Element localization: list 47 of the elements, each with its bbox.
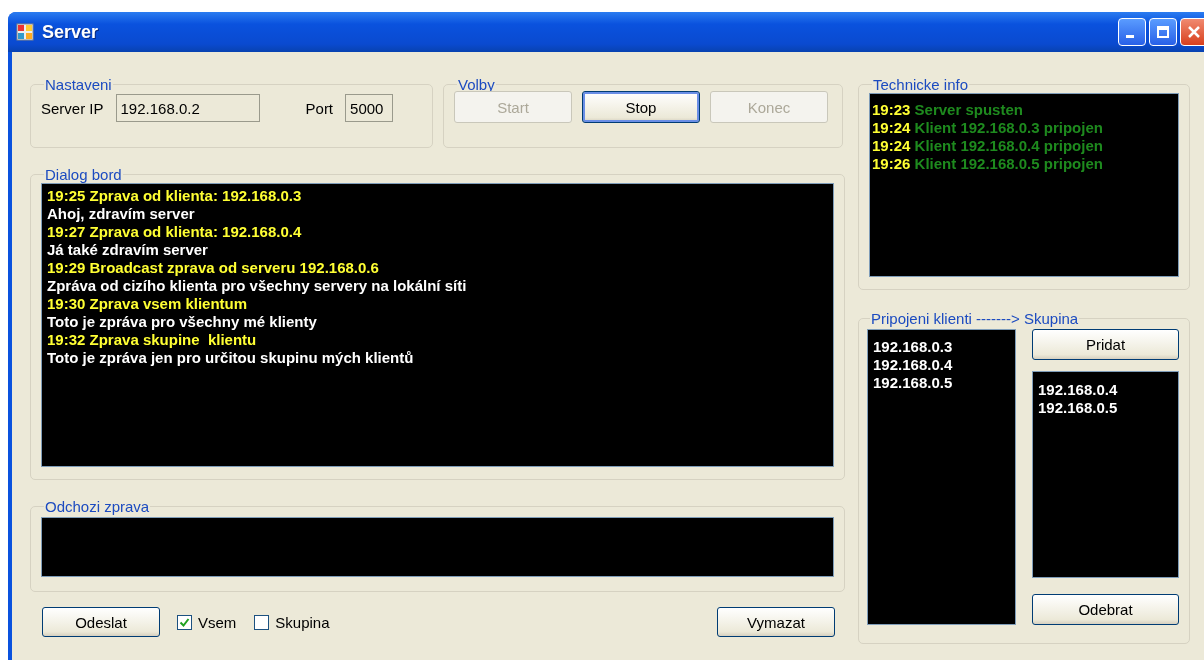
stop-button[interactable]: Stop (582, 91, 700, 123)
checkbox[interactable]: Skupina (254, 613, 330, 631)
send-button[interactable]: Odeslat (42, 607, 160, 637)
list-item[interactable]: 192.168.0.4 (873, 356, 1010, 374)
info-entry: 19:24 Klient 192.168.0.3 pripojen (872, 119, 1104, 137)
window-title: Server (42, 21, 99, 43)
group-label: Odchozi zprava (44, 498, 151, 515)
message-text: Toto je zpráva pro všechny mé klienty (47, 313, 318, 331)
message-input[interactable] (41, 517, 834, 577)
add-button[interactable]: Pridat (1032, 329, 1179, 360)
port-label: Port (305, 99, 334, 117)
checkbox[interactable]: Vsem (177, 613, 237, 631)
group-label: Dialog bord (44, 166, 123, 183)
close-icon (1187, 25, 1201, 39)
info-entry: 19:23 Server spusten (872, 101, 1024, 119)
clients-list[interactable]: 192.168.0.3 192.168.0.4 192.168.0.5 (867, 329, 1016, 625)
message-header: 19:30 Zprava vsem klientum (47, 295, 249, 313)
group-list[interactable]: 192.168.0.4 192.168.0.5 (1032, 371, 1179, 578)
message-header: 19:32 Zprava skupine klientu (47, 331, 258, 349)
message-header: 19:29 Broadcast zprava od serveru 192.168.0.6 (47, 259, 380, 277)
group-label: Volby (457, 76, 496, 93)
message-header: 19:25 Zprava od klienta: 192.168.0.3 (47, 187, 303, 205)
minimize-icon (1126, 34, 1134, 38)
message-text: Ahoj, zdravím server (47, 205, 196, 223)
message-text: Já také zdravím server (47, 241, 209, 259)
maximize-button[interactable] (1149, 18, 1177, 46)
close-button[interactable] (1180, 18, 1204, 46)
message-header: 19:27 Zprava od klienta: 192.168.0.4 (47, 223, 303, 241)
minimize-button[interactable] (1118, 18, 1146, 46)
list-item[interactable]: 192.168.0.5 (1038, 399, 1173, 417)
maximize-icon (1156, 25, 1170, 39)
port-field[interactable]: 5000 (345, 94, 394, 122)
list-item[interactable]: 192.168.0.5 (873, 374, 1010, 392)
ip-field[interactable]: 192.168.0.2 (115, 94, 260, 122)
message-text: Zpráva od cizího klienta pro všechny servery na lokální síti (47, 277, 468, 295)
clear-button[interactable]: Vymazat (717, 607, 835, 637)
list-item[interactable]: 192.168.0.4 (1038, 381, 1173, 399)
remove-button[interactable]: Odebrat (1032, 594, 1179, 625)
group-label: Pripojeni klienti -------> Skupina (870, 310, 1080, 327)
info-entry: 19:24 Klient 192.168.0.4 pripojen (872, 137, 1104, 155)
app-icon (16, 23, 34, 41)
message-text: Toto je zpráva jen pro určitou skupinu mých klientů (47, 349, 415, 367)
info-entry: 19:26 Klient 192.168.0.5 pripojen (872, 155, 1104, 173)
group-label: Technicke info (872, 76, 970, 93)
list-item[interactable]: 192.168.0.3 (873, 338, 1010, 356)
group-label: Nastaveni (44, 76, 113, 93)
ip-label: Server IP (41, 99, 104, 117)
